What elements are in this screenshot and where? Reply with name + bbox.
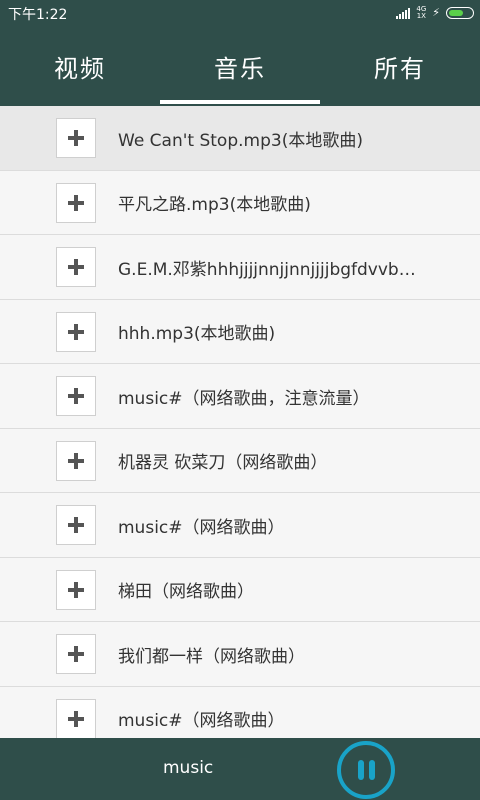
plus-icon (68, 323, 84, 340)
list-item[interactable]: music#（网络歌曲） (0, 686, 480, 738)
status-time: 下午1:22 (8, 7, 68, 23)
plus-icon (68, 194, 84, 211)
tab-music[interactable]: 音乐 (160, 26, 320, 106)
charging-icon: ⚡ (432, 6, 440, 19)
song-title: music#（网络歌曲） (118, 711, 285, 731)
signal-icon (396, 7, 411, 19)
list-item[interactable]: 机器灵 砍菜刀（网络歌曲） (0, 428, 480, 493)
player-bar: music (0, 738, 480, 800)
add-button[interactable] (56, 182, 96, 223)
song-title: We Can't Stop.mp3(本地歌曲) (118, 130, 363, 151)
add-button[interactable] (56, 698, 96, 738)
battery-icon (446, 7, 474, 19)
list-item[interactable]: music#（网络歌曲） (0, 493, 480, 558)
pause-button[interactable] (337, 741, 395, 799)
song-title: 我们都一样（网络歌曲） (118, 646, 305, 667)
add-button[interactable] (56, 118, 96, 158)
now-playing-title[interactable]: music (163, 758, 213, 778)
plus-icon (68, 452, 84, 469)
network-sub: 1X (416, 12, 426, 20)
song-title: music#（网络歌曲） (118, 517, 285, 538)
add-button[interactable] (56, 311, 96, 352)
list-item[interactable]: hhh.mp3(本地歌曲) (0, 299, 480, 364)
plus-icon (68, 130, 84, 146)
song-title: 平凡之路.mp3(本地歌曲) (118, 195, 311, 215)
song-title: 机器灵 砍菜刀（网络歌曲） (118, 453, 328, 473)
song-title: G.E.M.邓紫hhhjjjjnnjjnnjjjjbgfdvvbh... (118, 259, 418, 280)
add-button[interactable] (56, 376, 96, 416)
add-button[interactable] (56, 505, 96, 545)
plus-icon (68, 517, 84, 533)
song-title: music#（网络歌曲，注意流量） (118, 388, 370, 409)
tab-selected-indicator (160, 100, 320, 104)
status-bar: 下午1:22 4G 1X ⚡ (0, 0, 480, 26)
song-list[interactable]: We Can't Stop.mp3(本地歌曲) 平凡之路.mp3(本地歌曲) G… (0, 106, 480, 738)
network-indicator: 4G 1X (416, 6, 426, 20)
plus-icon (68, 259, 84, 275)
add-button[interactable] (56, 569, 96, 610)
list-item[interactable]: 梯田（网络歌曲） (0, 557, 480, 622)
tab-bar: 视频 音乐 所有 (0, 26, 480, 106)
list-item[interactable]: 平凡之路.mp3(本地歌曲) (0, 170, 480, 235)
tab-all[interactable]: 所有 (320, 26, 480, 106)
list-item[interactable]: G.E.M.邓紫hhhjjjjnnjjnnjjjjbgfdvvbh... (0, 235, 480, 300)
song-title: 梯田（网络歌曲） (118, 582, 254, 602)
list-item[interactable]: 我们都一样（网络歌曲） (0, 622, 480, 687)
add-button[interactable] (56, 247, 96, 287)
status-icons: 4G 1X ⚡ (396, 5, 474, 21)
plus-icon (68, 581, 84, 598)
plus-icon (68, 646, 84, 662)
list-item[interactable]: We Can't Stop.mp3(本地歌曲) (0, 106, 480, 171)
plus-icon (68, 388, 84, 404)
pause-icon (357, 760, 375, 780)
song-title: hhh.mp3(本地歌曲) (118, 324, 276, 344)
add-button[interactable] (56, 440, 96, 481)
tab-video[interactable]: 视频 (0, 26, 160, 106)
list-item[interactable]: music#（网络歌曲，注意流量） (0, 364, 480, 429)
plus-icon (68, 710, 84, 727)
add-button[interactable] (56, 634, 96, 674)
